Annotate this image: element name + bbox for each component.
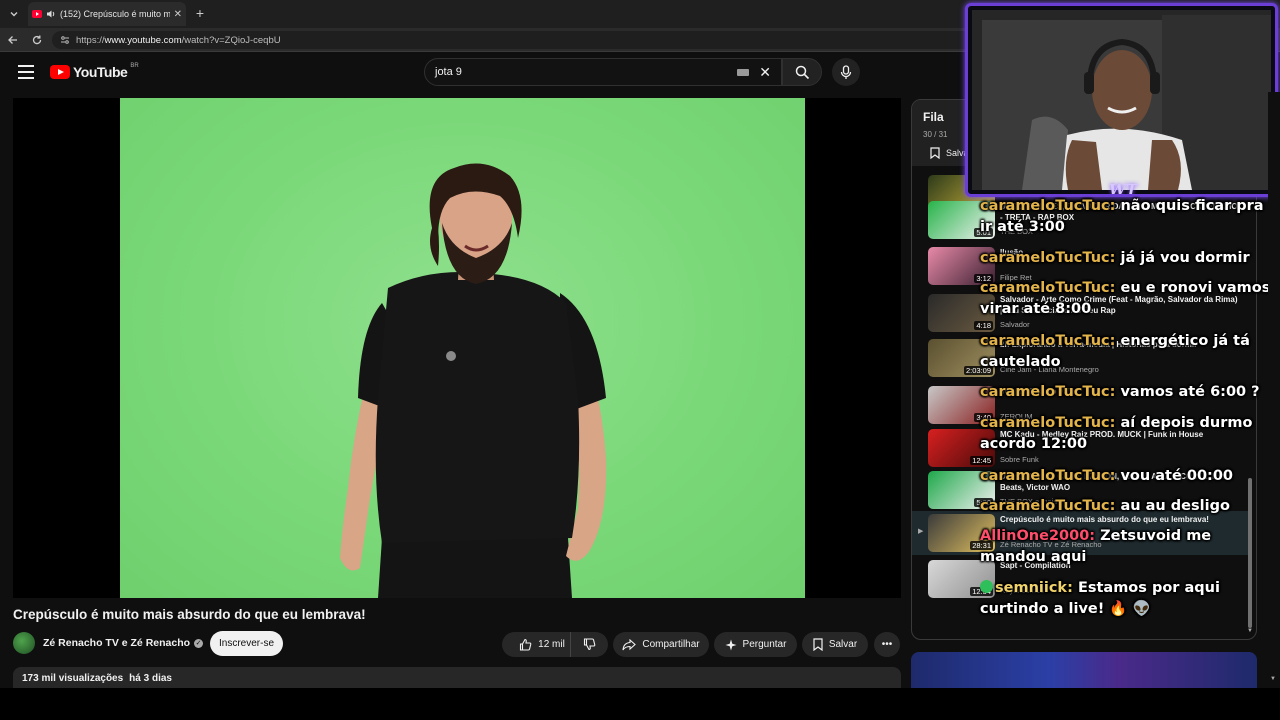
search-icon	[795, 65, 809, 79]
share-icon	[622, 638, 637, 650]
more-icon: •••	[881, 639, 893, 650]
chat-message: carameloTucTuc: não quis ficar pra ir at…	[980, 198, 1264, 235]
video-duration: 12:45	[970, 456, 993, 465]
tab-title: (152) Crepúsculo é muito mais	[60, 9, 170, 19]
chat-username: carameloTucTuc	[980, 384, 1110, 400]
youtube-favicon-icon	[32, 10, 42, 18]
view-count: 173 mil visualizações	[22, 673, 124, 684]
chat-username: carameloTucTuc	[980, 498, 1110, 514]
chat-text: vou até 00:00	[1120, 468, 1234, 484]
chat-text: já já vou dormir	[1120, 250, 1250, 266]
upload-age: há 3 dias	[129, 673, 172, 684]
reload-icon[interactable]	[29, 32, 45, 48]
now-playing-icon: ▶	[918, 528, 924, 535]
queue-title: Fila	[923, 110, 944, 124]
region-code: BR	[130, 63, 139, 69]
chat-text: vamos até 6:00 ?	[1120, 384, 1260, 400]
search-value: jota 9	[435, 66, 462, 78]
chat-text: au au desligo	[1120, 498, 1230, 514]
taskbar-strip	[0, 688, 1280, 720]
chat-message: semniick: Estamos por aqui curtindo a li…	[980, 580, 1220, 617]
video-title: Crepúsculo é muito mais absurdo do que e…	[13, 607, 366, 622]
browser-tab[interactable]: (152) Crepúsculo é muito mais ✕	[28, 2, 186, 26]
site-settings-icon[interactable]	[60, 35, 70, 45]
share-button[interactable]: Compartilhar	[613, 632, 709, 657]
subscribe-button[interactable]: Inscrever-se	[210, 631, 283, 656]
chat-message: carameloTucTuc: vou até 00:00	[980, 468, 1234, 484]
presenter-figure	[340, 163, 607, 598]
save-button[interactable]: Salvar	[802, 632, 868, 657]
more-actions-button[interactable]: •••	[874, 632, 900, 657]
chat-username: carameloTucTuc	[980, 333, 1110, 349]
bookmark-icon	[930, 147, 940, 159]
description-box[interactable]: 173 mil visualizações há 3 dias	[13, 667, 901, 689]
webcam-feed	[972, 10, 1271, 190]
clear-search-icon[interactable]: ✕	[759, 64, 771, 81]
url-text: https://www.youtube.com/watch?v=ZQioJ-ce…	[76, 34, 281, 46]
video-player[interactable]	[13, 98, 901, 598]
voice-search-button[interactable]	[832, 58, 860, 86]
chat-username: carameloTucTuc	[980, 250, 1110, 266]
video-duration: 4:18	[974, 321, 993, 330]
verified-icon: ✓	[194, 638, 204, 648]
promo-card[interactable]	[911, 652, 1257, 688]
chat-message: carameloTucTuc: au au desligo	[980, 498, 1230, 514]
queue-count: 30 / 31	[923, 130, 948, 139]
chat-username: AllinOne2000	[980, 528, 1090, 544]
chat-message: carameloTucTuc: já já vou dormir	[980, 250, 1250, 266]
chat-username: carameloTucTuc	[980, 468, 1110, 484]
webcam-overlay: WT	[965, 3, 1278, 197]
chat-badge-icon	[980, 580, 993, 593]
video-frame	[120, 98, 805, 598]
queue-item-channel: Salvador	[1000, 320, 1030, 329]
back-arrow-icon[interactable]	[5, 32, 21, 48]
page-scrollbar[interactable]	[1268, 92, 1280, 688]
page-scroll-down-icon[interactable]: ▼	[1270, 676, 1276, 682]
scroll-down-arrow-icon[interactable]: ▼	[1247, 628, 1253, 634]
channel-avatar[interactable]	[13, 632, 35, 654]
queue-item-channel: Sobre Funk	[1000, 455, 1039, 464]
chat-username: semniick	[995, 580, 1068, 596]
speaker-icon[interactable]	[46, 9, 56, 19]
tab-list-button[interactable]	[4, 4, 24, 24]
chat-message: carameloTucTuc: aí depois durmo acordo 1…	[980, 415, 1253, 452]
youtube-play-icon	[50, 65, 70, 79]
channel-name[interactable]: Zé Renacho TV e Zé Renacho ✓	[43, 637, 204, 649]
chat-username: carameloTucTuc	[980, 198, 1110, 214]
search-input[interactable]: jota 9 ✕	[424, 58, 782, 86]
chat-message: carameloTucTuc: eu e ronovi vamos virar …	[980, 280, 1271, 317]
chevron-down-icon	[10, 12, 18, 17]
chat-username: carameloTucTuc	[980, 280, 1110, 296]
ask-button[interactable]: Perguntar	[714, 632, 797, 657]
microphone-icon	[840, 64, 852, 79]
chat-username: carameloTucTuc	[980, 415, 1110, 431]
close-tab-icon[interactable]: ✕	[174, 9, 182, 20]
bookmark-icon	[813, 638, 823, 651]
like-count: 12 mil	[538, 639, 565, 650]
chat-message: carameloTucTuc: vamos até 6:00 ?	[980, 384, 1260, 400]
url-field[interactable]: https://www.youtube.com/watch?v=ZQioJ-ce…	[52, 31, 972, 49]
keyboard-icon[interactable]	[737, 68, 750, 76]
chat-message: carameloTucTuc: energético já tá cautela…	[980, 333, 1250, 370]
dislike-button[interactable]	[570, 632, 608, 657]
youtube-logo[interactable]: YouTube BR	[50, 63, 139, 80]
menu-icon[interactable]	[18, 65, 34, 79]
sparkle-icon	[725, 639, 737, 650]
search-button[interactable]	[782, 58, 822, 86]
streamer-figure	[972, 10, 1271, 190]
thumbs-down-icon	[583, 638, 596, 651]
thumbs-up-icon	[520, 638, 532, 651]
new-tab-button[interactable]: +	[192, 4, 208, 22]
stream-logo: WT	[1109, 181, 1138, 197]
chat-message: AllinOne2000: Zetsuvoid me mandou aqui	[980, 528, 1212, 565]
